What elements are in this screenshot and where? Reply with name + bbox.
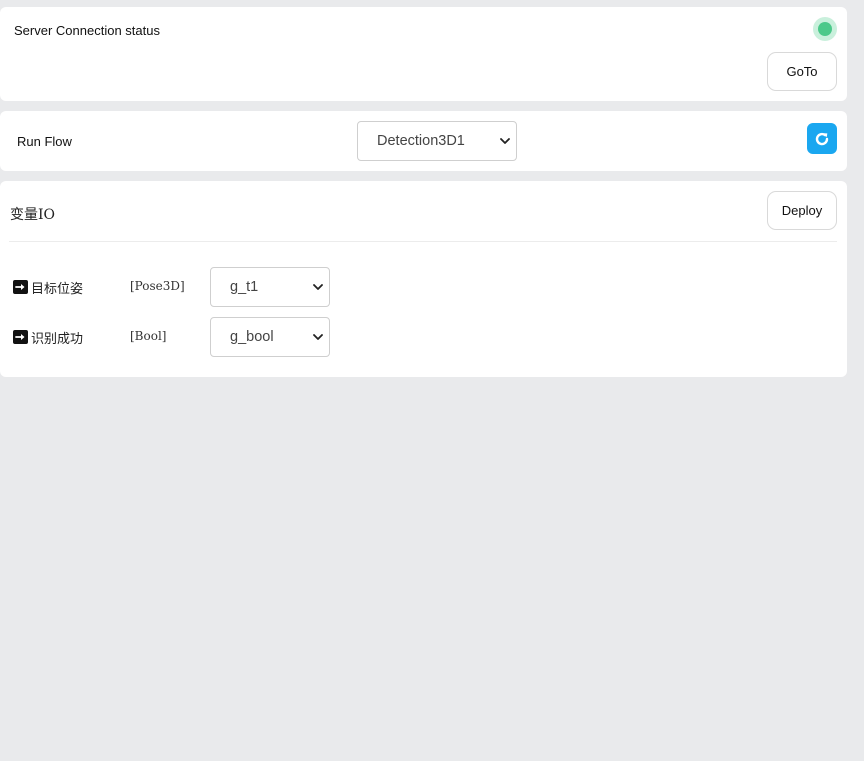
status-dot-icon [818,22,832,36]
run-flow-selected-value: Detection3D1 [377,133,465,149]
chevron-down-icon [313,284,323,290]
run-flow-label: Run Flow [17,134,72,149]
variable-io-title: 变量IO [10,207,56,223]
server-connection-title: Server Connection status [14,23,160,38]
variable-name: 目标位姿 [31,281,84,296]
chevron-down-icon [313,334,323,340]
variable-row: 识别成功 [Bool] g_bool [0,317,847,357]
variable-type: [Bool] [130,329,167,343]
deploy-button[interactable]: Deploy [767,191,837,230]
variable-name: 识别成功 [31,331,84,346]
run-flow-select[interactable]: Detection3D1 [357,121,517,161]
variable-io-card: 变量IO Deploy 目标位姿 [Pose3D] g_t1 识别成功 [Boo… [0,181,847,377]
variable-select[interactable]: g_t1 [210,267,330,307]
run-flow-card: Run Flow Detection3D1 [0,111,847,171]
connection-status-indicator [813,17,837,41]
refresh-icon [815,132,829,145]
variable-selected-value: g_t1 [230,279,259,295]
variable-type: [Pose3D] [130,279,185,293]
goto-button[interactable]: GoTo [767,52,837,91]
refresh-button[interactable] [807,123,837,154]
server-connection-card: Server Connection status GoTo [0,7,847,101]
arrow-right-icon [13,280,28,294]
chevron-down-icon [500,138,510,144]
variable-select[interactable]: g_bool [210,317,330,357]
variable-selected-value: g_bool [230,329,274,345]
section-divider [9,241,837,242]
arrow-right-icon [13,330,28,344]
variable-row: 目标位姿 [Pose3D] g_t1 [0,267,847,307]
